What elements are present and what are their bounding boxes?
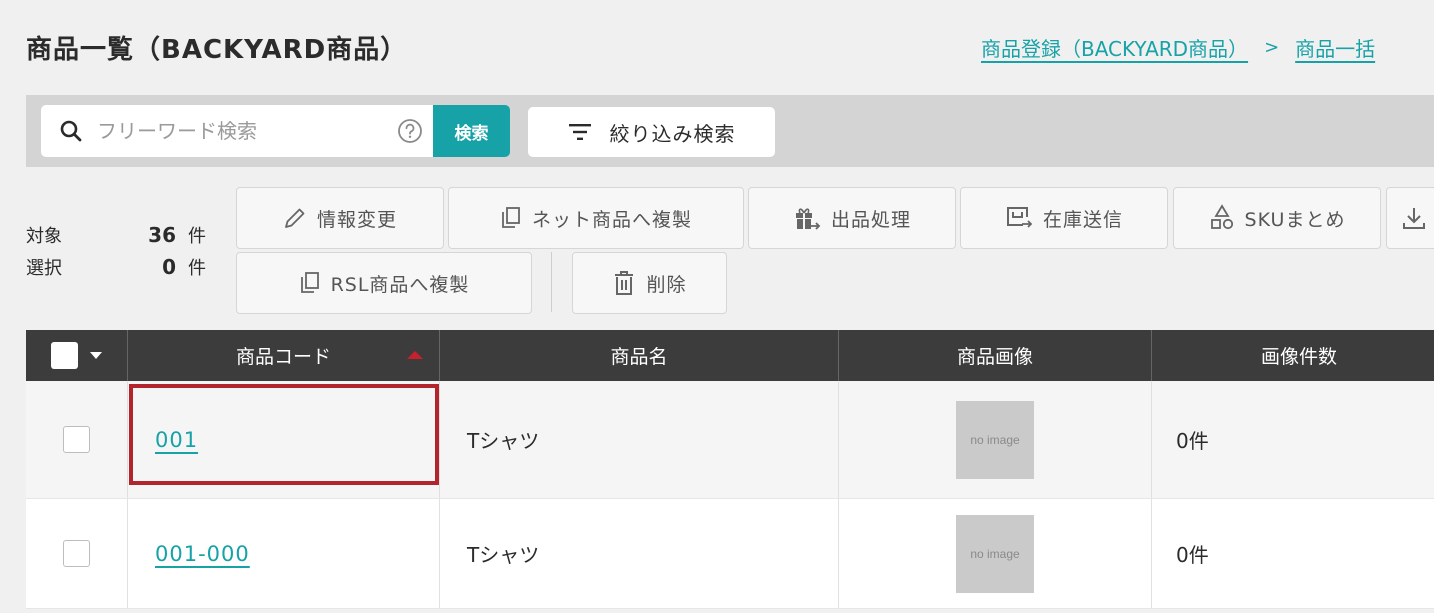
breadcrumb-link-bulk[interactable]: 商品一括 [1295,33,1375,62]
record-counts: 対象 36 件 選択 0 件 [26,222,206,286]
copy-to-rsl-button[interactable]: RSL商品へ複製 [236,252,532,314]
delete-button[interactable]: 削除 [572,252,727,314]
table-row: 001 Tシャツ no image 0件 [26,381,1434,499]
help-icon[interactable] [397,118,423,144]
edit-info-button[interactable]: 情報変更 [236,187,444,249]
column-header-image: 商品画像 [839,330,1152,381]
image-count: 0件 [1176,543,1209,567]
target-count: 対象 36 件 [26,223,206,247]
row-checkbox[interactable] [63,540,90,567]
image-count: 0件 [1176,429,1209,453]
listing-button[interactable]: 出品処理 [748,187,956,249]
copy-to-net-button[interactable]: ネット商品へ複製 [448,187,744,249]
filter-search-button[interactable]: 絞り込み検索 [528,107,775,157]
trash-icon [615,271,634,295]
copy-icon [502,207,520,228]
search-bar: 検索 絞り込み検索 [26,95,1434,167]
divider [551,252,552,312]
table-row: 001-000 Tシャツ no image 0件 [26,499,1434,609]
download-button[interactable] [1386,187,1434,249]
row-checkbox[interactable] [63,426,90,453]
product-name: Tシャツ [440,381,839,498]
pencil-icon [285,208,305,228]
column-header-name: 商品名 [440,330,839,381]
product-image-placeholder: no image [956,400,1034,479]
product-code-link[interactable]: 001-000 [155,542,250,566]
breadcrumb: 商品登録（BACKYARD商品） > 商品一括 [981,33,1375,62]
search-icon [60,120,82,142]
download-icon [1403,208,1425,229]
product-code-link[interactable]: 001 [155,428,198,452]
inbox-send-icon [1006,207,1033,228]
copy-icon [300,272,319,293]
column-header-code[interactable]: 商品コード [128,330,440,381]
search-button[interactable]: 検索 [433,105,510,157]
gift-export-icon [795,208,821,230]
search-input[interactable] [97,113,387,149]
product-image-placeholder: no image [956,514,1034,593]
chevron-down-icon[interactable] [90,352,102,359]
column-header-image-count: 画像件数 [1260,346,1337,368]
stock-send-button[interactable]: 在庫送信 [960,187,1168,249]
selected-count: 選択 0 件 [26,255,206,279]
sort-ascending-icon [407,351,423,359]
table-header: 商品コード 商品名 商品画像 画像件数 [26,330,1434,381]
product-name: Tシャツ [440,499,839,608]
breadcrumb-link-register[interactable]: 商品登録（BACKYARD商品） [981,33,1248,62]
shapes-icon [1210,204,1233,230]
sku-merge-button[interactable]: SKUまとめ [1173,187,1381,249]
product-table: 商品コード 商品名 商品画像 画像件数 001 Tシャツ no image 0件 [26,330,1434,609]
select-all-header [26,330,128,381]
select-all-checkbox[interactable] [51,342,78,369]
filter-icon [568,124,591,140]
page-title: 商品一覧（BACKYARD商品） [26,35,408,65]
search-box [41,105,433,157]
chevron-right-icon: > [1264,37,1280,58]
filter-search-label: 絞り込み検索 [609,121,736,146]
